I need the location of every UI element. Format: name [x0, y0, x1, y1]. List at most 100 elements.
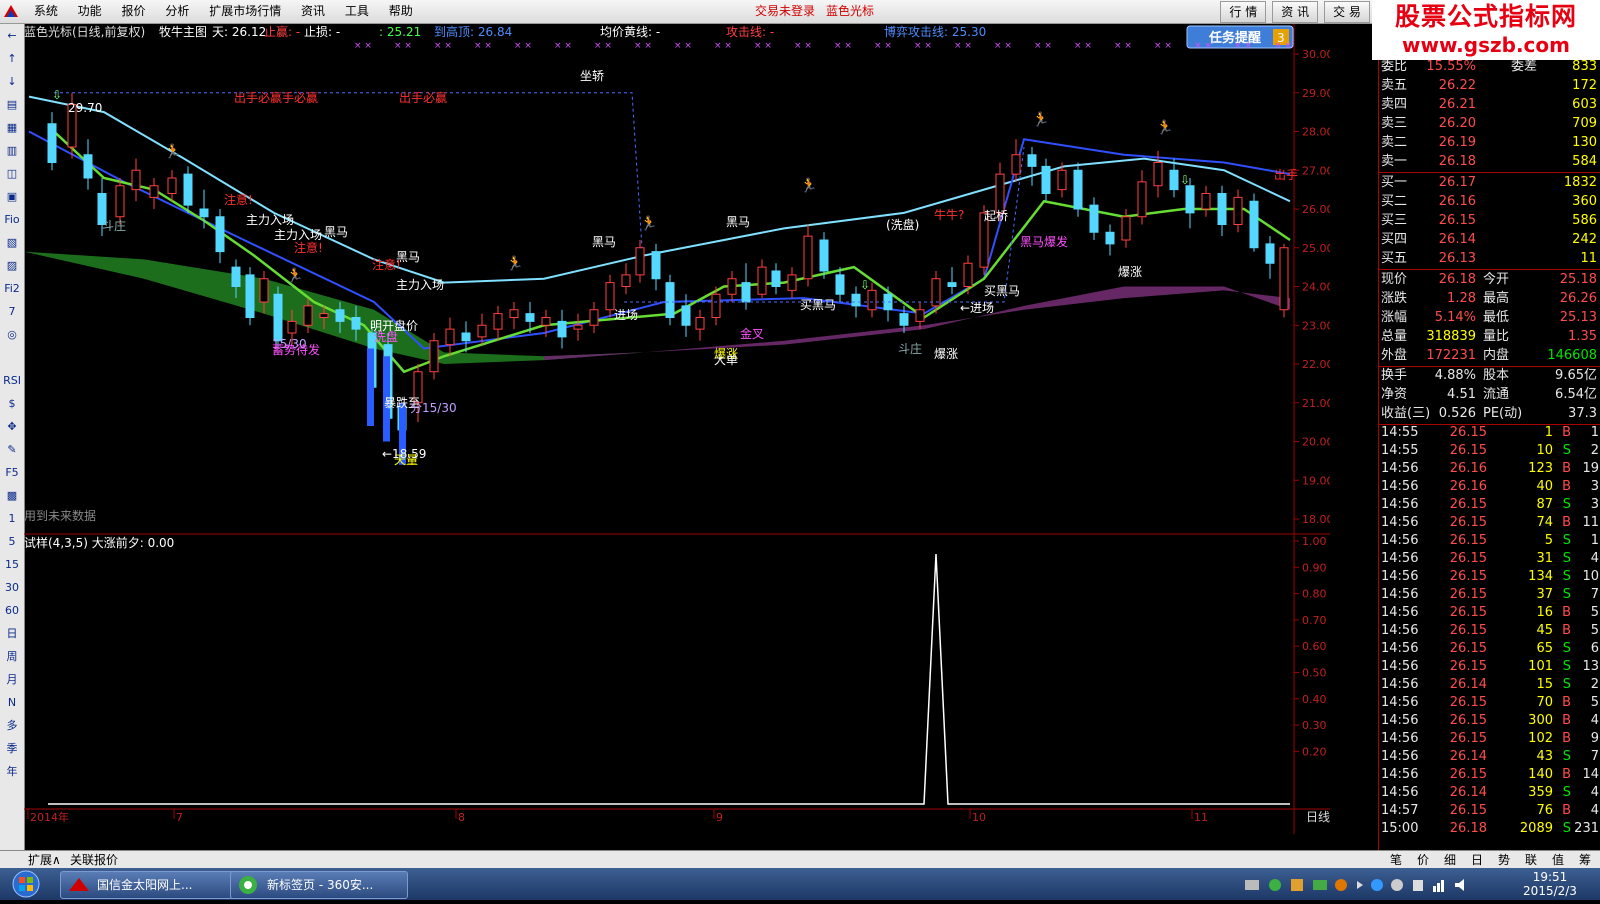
menu-help[interactable]: 帮助 — [381, 0, 421, 23]
menu-quote[interactable]: 报价 — [114, 0, 154, 23]
left-tool-15[interactable]: RSI — [0, 369, 24, 392]
left-tool-8[interactable]: Fio — [0, 208, 24, 231]
left-tool-0[interactable]: ← — [0, 24, 24, 47]
chart-canvas[interactable]: 30.00 29.00 28.00 27.00 26.00 25.00 24.00 23.00… — [24, 24, 1334, 834]
month-label: 11 — [1194, 811, 1208, 824]
left-tool-24[interactable]: 30 — [0, 576, 24, 599]
left-tool-25[interactable]: 60 — [0, 599, 24, 622]
volume-spike-bar — [367, 348, 374, 426]
left-tool-14[interactable] — [0, 346, 24, 369]
tick-side: S — [1562, 821, 1571, 836]
menu-analysis[interactable]: 分析 — [157, 0, 197, 23]
tick-time: 14:56 — [1381, 533, 1419, 548]
market-button[interactable]: 行 情 — [1220, 1, 1267, 23]
left-tool-4[interactable]: ▦ — [0, 116, 24, 139]
left-tool-5[interactable]: ▥ — [0, 139, 24, 162]
candle-body — [573, 324, 583, 330]
menu-function[interactable]: 功能 — [70, 0, 110, 23]
stat-label: 股本 — [1483, 368, 1510, 383]
candle-body — [621, 274, 631, 287]
taskbar-app-browser[interactable]: 新标签页 - 360安... — [230, 871, 408, 899]
quote-tab-4[interactable]: 势 — [1498, 851, 1510, 869]
menu-extended-market[interactable]: 扩展市场行情 — [201, 0, 289, 23]
start-button[interactable] — [6, 870, 46, 898]
quote-volume: 1832 — [1563, 175, 1597, 190]
left-tool-16[interactable]: $ — [0, 392, 24, 415]
left-tool-21[interactable]: 1 — [0, 507, 24, 530]
menu-system[interactable]: 系统 — [26, 0, 66, 23]
tab-related-quote[interactable]: 关联报价 — [70, 851, 118, 869]
left-tool-11[interactable]: Fi2 — [0, 277, 24, 300]
left-tool-26[interactable]: 日 — [0, 622, 24, 645]
buy-row: 买二 26.16 360 — [1379, 192, 1600, 211]
left-tool-2[interactable]: ↓ — [0, 70, 24, 93]
menu-tools[interactable]: 工具 — [337, 0, 377, 23]
star-marker: × × — [1234, 41, 1252, 51]
candle-body — [351, 317, 361, 330]
tick-price: 26.15 — [1449, 623, 1487, 638]
left-tool-19[interactable]: F5 — [0, 461, 24, 484]
stat-value: 37.3 — [1568, 406, 1597, 421]
quote-tab-5[interactable]: 联 — [1525, 851, 1537, 869]
chart-annotation: 买黑马 — [984, 284, 1020, 298]
quote-tab-6[interactable]: 值 — [1552, 851, 1564, 869]
left-tool-20[interactable]: ▩ — [0, 484, 24, 507]
left-tool-27[interactable]: 周 — [0, 645, 24, 668]
tick-row: 14:57 26.15 76 B 4 — [1379, 802, 1600, 820]
candle-body — [757, 266, 767, 295]
candle-body — [493, 313, 503, 330]
down-arrow-icon: ⇩ — [860, 278, 870, 292]
sub-tick-label: 0.90 — [1302, 561, 1327, 574]
quote-tab-7[interactable]: 筹 — [1579, 851, 1591, 869]
quote-label: 卖五 — [1381, 78, 1408, 93]
left-tool-18[interactable]: ✎ — [0, 438, 24, 461]
star-marker: × × — [554, 41, 572, 51]
kline-chart[interactable]: 30.00 29.00 28.00 27.00 26.00 25.00 24.00 23.00… — [24, 24, 1334, 834]
menu-news[interactable]: 资讯 — [293, 0, 333, 23]
left-tool-23[interactable]: 15 — [0, 553, 24, 576]
left-tool-32[interactable]: 年 — [0, 760, 24, 783]
candle-body — [787, 274, 797, 291]
tick-time: 14:56 — [1381, 587, 1419, 602]
tick-volume: 74 — [1536, 515, 1553, 530]
left-tool-28[interactable]: 月 — [0, 668, 24, 691]
green-band — [24, 251, 644, 364]
tick-time: 14:56 — [1381, 461, 1419, 476]
tick-price: 26.15 — [1449, 569, 1487, 584]
tick-time: 14:56 — [1381, 767, 1419, 782]
left-tool-30[interactable]: 多 — [0, 714, 24, 737]
candle-body — [287, 320, 297, 334]
quote-tab-3[interactable]: 日 — [1471, 851, 1483, 869]
tick-time: 14:56 — [1381, 641, 1419, 656]
left-tool-12[interactable]: 7 — [0, 300, 24, 323]
left-tool-6[interactable]: ◫ — [0, 162, 24, 185]
candle-body — [131, 169, 141, 191]
tick-count: 7 — [1590, 587, 1599, 602]
tick-row: 14:56 26.14 15 S 2 — [1379, 676, 1600, 694]
left-tool-10[interactable]: ▨ — [0, 254, 24, 277]
quote-tab-1[interactable]: 价 — [1417, 851, 1429, 869]
left-tool-9[interactable]: ▧ — [0, 231, 24, 254]
candle-body — [1185, 185, 1195, 214]
clock[interactable]: 19:51 2015/2/3 — [1505, 870, 1595, 898]
left-tool-7[interactable]: ▣ — [0, 185, 24, 208]
quote-tab-2[interactable]: 细 — [1444, 851, 1456, 869]
tick-count: 1 — [1590, 533, 1599, 548]
left-tool-22[interactable]: 5 — [0, 530, 24, 553]
left-tool-31[interactable]: 季 — [0, 737, 24, 760]
left-tool-3[interactable]: ▤ — [0, 93, 24, 116]
quote-tab-0[interactable]: 笔 — [1390, 851, 1402, 869]
left-tool-29[interactable]: N — [0, 691, 24, 714]
stat-label: 外盘 — [1381, 348, 1408, 363]
candle-body — [541, 317, 551, 326]
quote-volume: 360 — [1572, 194, 1597, 209]
trade-button[interactable]: 交 易 — [1324, 1, 1370, 23]
login-status[interactable]: 交易未登录 — [755, 0, 815, 23]
tab-extend[interactable]: 扩展∧ — [28, 851, 61, 869]
left-tool-1[interactable]: ↑ — [0, 47, 24, 70]
left-tool-17[interactable]: ✥ — [0, 415, 24, 438]
left-tool-13[interactable]: ◎ — [0, 323, 24, 346]
month-label: 8 — [458, 811, 465, 824]
news-button[interactable]: 资 讯 — [1272, 1, 1319, 23]
watermark-url: www.gszb.com — [1402, 33, 1570, 57]
